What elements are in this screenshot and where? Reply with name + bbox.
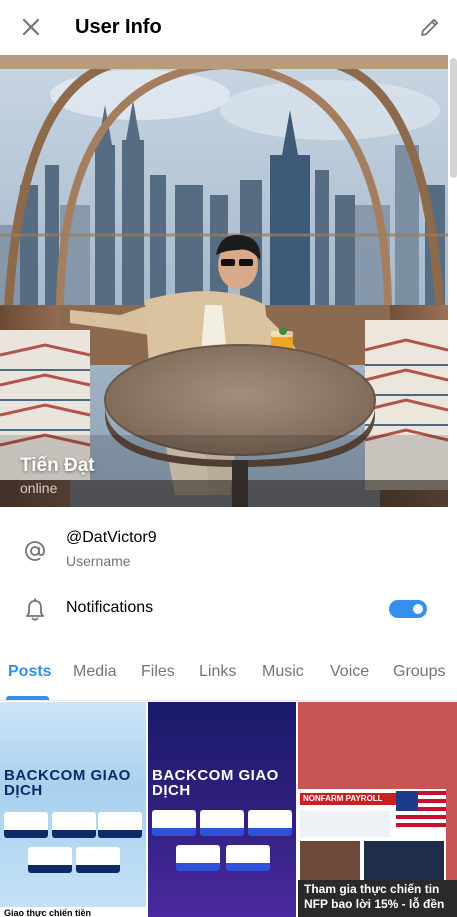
tab-media[interactable]: Media [73,663,117,681]
tab-groups[interactable]: Groups [393,663,445,681]
post-graphic-card [28,847,72,873]
post-title: BACKCOM GIAO DỊCH [152,767,279,799]
close-icon [22,18,40,36]
edit-button[interactable] [416,13,444,41]
post-graphic: NONFARM PAYROLL [298,789,446,889]
at-sign-icon [22,538,48,564]
tab-files[interactable]: Files [141,663,175,681]
tab-voice[interactable]: Voice [330,663,369,681]
post-graphic-card [226,845,270,871]
header: User Info [0,0,457,54]
post-graphic-card [52,812,96,838]
tab-music[interactable]: Music [262,663,304,681]
post-graphic-card [76,847,120,873]
post-graphic-card [176,845,220,871]
username-row[interactable]: @DatVictor9 Username [0,520,457,580]
post-banner: NONFARM PAYROLL [300,793,400,805]
post-graphic-text-block [300,811,390,837]
profile-photo-image [0,55,448,507]
post-graphic-info [364,841,444,881]
page-title: User Info [75,16,162,38]
username-label: Username [66,553,131,569]
close-button[interactable] [18,14,44,40]
post-caption: Tham gia thực chiến tin NFP bao lời 15% … [298,880,457,917]
profile-photo[interactable]: Tiến Đạt online [0,55,448,507]
post-graphic-card [4,812,48,838]
notifications-row[interactable]: Notifications [0,588,457,632]
post-tile[interactable]: NONFARM PAYROLL Tham gia thực chiến tin … [298,702,457,917]
post-tile[interactable]: BACKCOM GIAO DỊCH [148,702,296,917]
post-title: BACKCOM GIAO DỊCH [4,767,131,799]
profile-status: online [20,480,58,496]
post-caption: Giao thực chiến tiền [0,907,146,917]
post-graphic-card [200,810,244,836]
post-graphic-card [248,810,292,836]
post-graphic-card [98,812,142,838]
notifications-toggle[interactable] [389,600,427,618]
us-flag-icon [396,791,446,831]
profile-name: Tiến Đạt [20,455,95,476]
tab-posts[interactable]: Posts [8,663,52,681]
post-tile[interactable]: BACKCOM GIAO DỊCH Giao thực chiến tiền [0,702,146,917]
username-value: @DatVictor9 [66,529,157,546]
tab-links[interactable]: Links [199,663,236,681]
post-graphic-card [152,810,196,836]
pencil-icon [421,18,439,36]
media-tabs: Posts Media Files Links Music Voice Grou… [0,655,457,701]
toggle-knob [411,602,425,616]
bell-icon [22,597,48,623]
post-graphic-photo [300,841,360,881]
posts-grid: BACKCOM GIAO DỊCH Giao thực chiến tiền B… [0,702,457,917]
scrollbar[interactable] [450,58,457,178]
active-tab-indicator [6,696,49,700]
notifications-label: Notifications [66,599,154,616]
